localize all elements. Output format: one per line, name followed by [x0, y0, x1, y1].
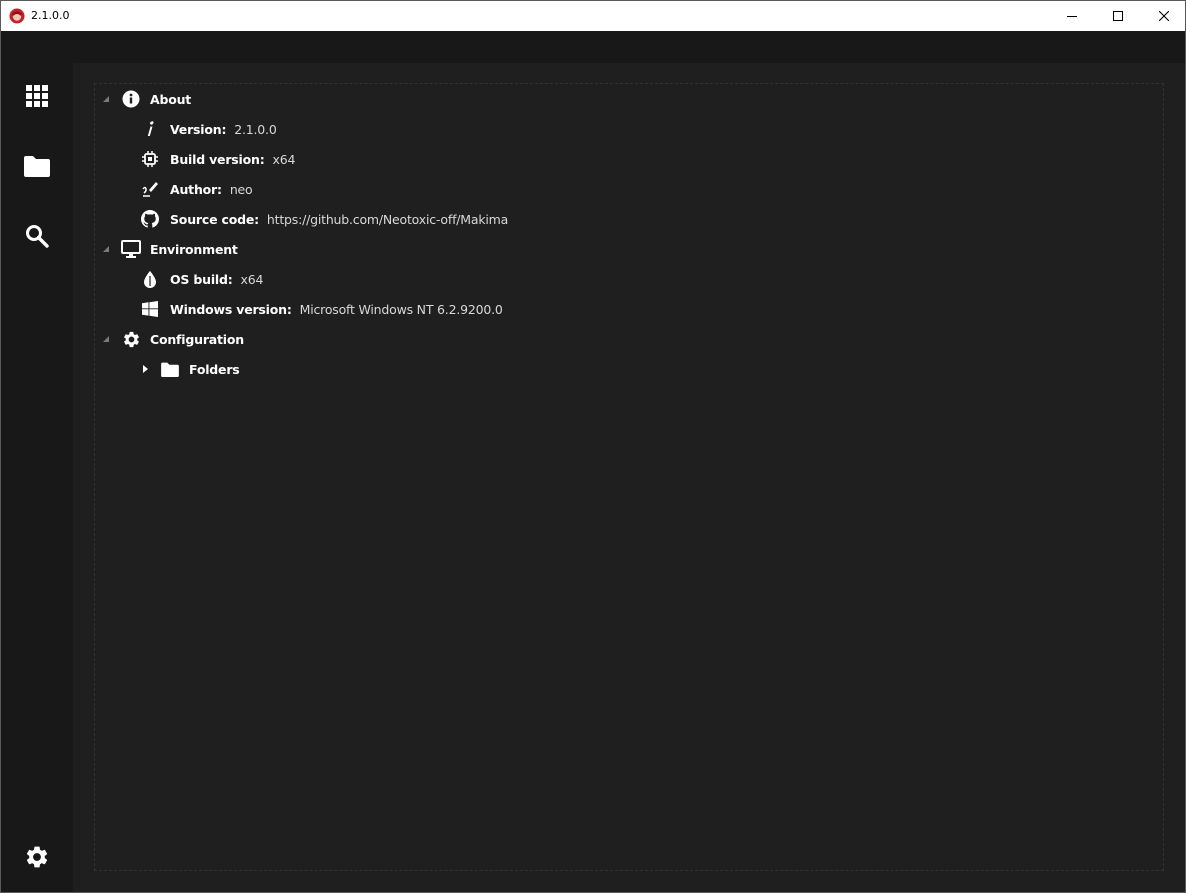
- windows-logo-icon: [140, 299, 160, 319]
- folder-icon: [24, 156, 50, 177]
- tree-node-about[interactable]: About: [101, 88, 191, 110]
- minimize-button[interactable]: [1049, 1, 1095, 31]
- configuration-label: Configuration: [150, 331, 244, 347]
- expanded-caret-icon[interactable]: [101, 88, 111, 110]
- italic-i-icon: [140, 119, 160, 139]
- author-value: neo: [229, 181, 253, 197]
- tree-node-source-code[interactable]: Source code: https://github.com/Neotoxic…: [140, 208, 508, 230]
- apps-grid-icon: [26, 85, 48, 107]
- tree-node-version[interactable]: Version: 2.1.0.0: [140, 118, 277, 140]
- title-bar[interactable]: 2.1.0.0: [1, 1, 1185, 31]
- os-build-value: x64: [240, 271, 264, 287]
- folder-icon: [160, 359, 180, 379]
- gear-icon: [26, 846, 48, 868]
- expanded-caret-icon[interactable]: [101, 238, 111, 260]
- app-window: 2.1.0.0 About Version: 2.1.0.0 Build ver…: [0, 0, 1186, 893]
- monitor-icon: [121, 239, 141, 259]
- build-version-value: x64: [272, 151, 296, 167]
- app-logo-icon: [9, 8, 25, 24]
- sidebar-item-settings[interactable]: [19, 839, 55, 875]
- tree-node-build-version[interactable]: Build version: x64: [140, 148, 295, 170]
- version-label: Version:: [170, 121, 227, 137]
- about-label: About: [150, 91, 192, 107]
- droplet-icon: [140, 269, 160, 289]
- maximize-icon: [1113, 11, 1123, 21]
- chip-icon: [140, 149, 160, 169]
- close-button[interactable]: [1141, 1, 1186, 31]
- close-icon: [1159, 11, 1169, 21]
- build-version-label: Build version:: [170, 151, 265, 167]
- author-label: Author:: [170, 181, 222, 197]
- info-icon: [121, 89, 141, 109]
- os-build-label: OS build:: [170, 271, 233, 287]
- expanded-caret-icon[interactable]: [101, 328, 111, 350]
- tree-node-windows-version[interactable]: Windows version: Microsoft Windows NT 6.…: [140, 298, 503, 320]
- tree-node-folders[interactable]: Folders: [140, 358, 240, 380]
- tree-node-configuration[interactable]: Configuration: [101, 328, 244, 350]
- settings-tree: About Version: 2.1.0.0 Build version: x6…: [94, 83, 1164, 871]
- folders-label: Folders: [189, 361, 240, 377]
- version-value: 2.1.0.0: [234, 121, 277, 137]
- github-icon: [140, 209, 160, 229]
- environment-label: Environment: [150, 241, 238, 257]
- tree-node-environment[interactable]: Environment: [101, 238, 238, 260]
- collapsed-caret-icon[interactable]: [140, 358, 150, 380]
- windows-version-value: Microsoft Windows NT 6.2.9200.0: [299, 301, 503, 317]
- minimize-icon: [1067, 16, 1077, 17]
- tree-node-os-build[interactable]: OS build: x64: [140, 268, 263, 290]
- search-icon: [26, 225, 49, 248]
- source-code-label: Source code:: [170, 211, 259, 227]
- main-content: About Version: 2.1.0.0 Build version: x6…: [73, 63, 1185, 892]
- pen-signature-icon: [140, 179, 160, 199]
- tree-node-author[interactable]: Author: neo: [140, 178, 253, 200]
- sidebar-item-folder[interactable]: [19, 148, 55, 184]
- maximize-button[interactable]: [1095, 1, 1141, 31]
- sidebar: [1, 31, 73, 892]
- window-title: 2.1.0.0: [31, 9, 70, 22]
- windows-version-label: Windows version:: [170, 301, 292, 317]
- source-code-link[interactable]: https://github.com/Neotoxic-off/Makima: [267, 212, 508, 227]
- sidebar-item-apps[interactable]: [19, 78, 55, 114]
- sidebar-item-search[interactable]: [19, 218, 55, 254]
- gear-icon: [121, 329, 141, 349]
